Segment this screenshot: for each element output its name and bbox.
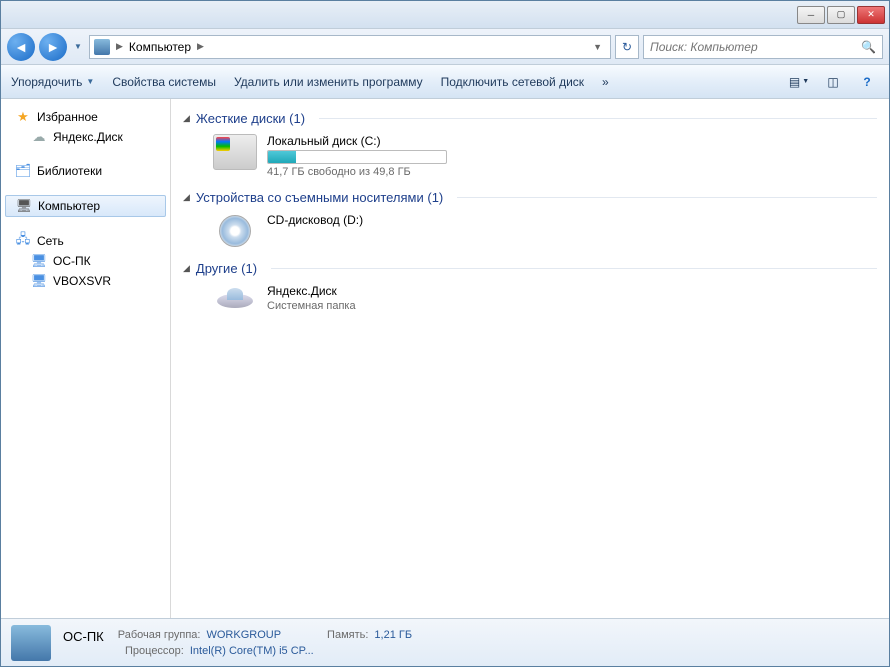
computer-large-icon — [11, 625, 51, 661]
cloud-icon: ☁ — [31, 129, 47, 145]
cpu-value: Intel(R) Core(TM) i5 CP... — [190, 645, 314, 657]
chevron-right-icon: ▶ — [197, 41, 204, 52]
divider — [319, 118, 877, 119]
sidebar-network[interactable]: 🖧 Сеть — [1, 231, 170, 251]
history-dropdown[interactable]: ▼ — [71, 37, 85, 57]
group-other-title: Другие (1) — [196, 261, 257, 276]
maximize-button[interactable]: ▢ — [827, 6, 855, 24]
chevron-right-icon: ▶ — [116, 41, 123, 52]
network-icon: 🖧 — [15, 233, 31, 249]
yadisk-info: Яндекс.Диск Системная папка — [267, 284, 356, 312]
sidebar-libraries-group: 🗂 Библиотеки — [1, 161, 170, 181]
cd-name: CD-дисковод (D:) — [267, 213, 363, 227]
group-removable-header[interactable]: ◢ Устройства со съемными носителями (1) — [183, 190, 877, 205]
yadisk-type: Системная папка — [267, 300, 356, 312]
uninstall-program-button[interactable]: Удалить или изменить программу — [234, 75, 423, 89]
network-pc-label: VBOXSVR — [53, 274, 111, 288]
computer-icon: 🖥 — [16, 198, 32, 214]
collapse-icon: ◢ — [183, 263, 190, 274]
status-name: ОС-ПК — [63, 629, 104, 644]
group-other-header[interactable]: ◢ Другие (1) — [183, 261, 877, 276]
organize-menu[interactable]: Упорядочить ▼ — [11, 75, 94, 89]
workgroup-label: Рабочая группа: — [118, 629, 201, 644]
breadcrumb-dropdown[interactable]: ▼ — [589, 42, 606, 52]
content-pane: ◢ Жесткие диски (1) Локальный диск (C:) … — [171, 99, 889, 618]
yadisk-name: Яндекс.Диск — [267, 284, 356, 298]
ufo-icon — [213, 284, 257, 314]
sidebar-yandex-disk[interactable]: ☁ Яндекс.Диск — [1, 127, 170, 147]
body: ★ Избранное ☁ Яндекс.Диск 🗂 Библиотеки 🖥… — [1, 99, 889, 618]
close-button[interactable]: ✕ — [857, 6, 885, 24]
yandex-disk-item[interactable]: Яндекс.Диск Системная папка — [213, 284, 877, 314]
disk-c-fill — [268, 151, 296, 163]
preview-pane-button[interactable]: ◫ — [821, 71, 845, 93]
breadcrumb-location[interactable]: Компьютер — [129, 40, 191, 54]
minimize-button[interactable]: ─ — [797, 6, 825, 24]
sidebar-network-pc-1[interactable]: 🖥 VBOXSVR — [1, 271, 170, 291]
sidebar-computer[interactable]: 🖥 Компьютер — [5, 195, 166, 217]
libraries-icon: 🗂 — [15, 163, 31, 179]
divider — [271, 268, 877, 269]
toolbar-overflow[interactable]: » — [602, 75, 609, 89]
cd-icon — [213, 213, 257, 249]
collapse-icon: ◢ — [183, 113, 190, 124]
chevron-down-icon: ▼ — [86, 77, 94, 86]
navbar: ◄ ► ▼ ▶ Компьютер ▶ ▼ ↻ 🔍 — [1, 29, 889, 65]
yadisk-label: Яндекс.Диск — [53, 130, 123, 144]
system-properties-button[interactable]: Свойства системы — [112, 75, 216, 89]
hdd-icon — [213, 134, 257, 170]
cd-drive-item[interactable]: CD-дисковод (D:) — [213, 213, 877, 249]
disk-c-free-text: 41,7 ГБ свободно из 49,8 ГБ — [267, 166, 447, 178]
sidebar-favorites-group: ★ Избранное ☁ Яндекс.Диск — [1, 107, 170, 147]
toolbar: Упорядочить ▼ Свойства системы Удалить и… — [1, 65, 889, 99]
computer-label: Компьютер — [38, 199, 100, 213]
network-pc-label: ОС-ПК — [53, 254, 91, 268]
pc-icon: 🖥 — [31, 273, 47, 289]
disk-c-item[interactable]: Локальный диск (C:) 41,7 ГБ свободно из … — [213, 134, 877, 178]
toolbar-right: ▤▼ ◫ ? — [787, 71, 879, 93]
sidebar-computer-group: 🖥 Компьютер — [1, 195, 170, 217]
group-hdd-title: Жесткие диски (1) — [196, 111, 305, 126]
titlebar: ─ ▢ ✕ — [1, 1, 889, 29]
search-icon[interactable]: 🔍 — [861, 40, 876, 54]
memory-value: 1,21 ГБ — [374, 629, 412, 644]
sidebar-libraries[interactable]: 🗂 Библиотеки — [1, 161, 170, 181]
statusbar: ОС-ПК Рабочая группа: WORKGROUP Память: … — [1, 618, 889, 666]
breadcrumb[interactable]: ▶ Компьютер ▶ ▼ — [89, 35, 611, 59]
cpu-label: Процессор: — [125, 645, 184, 657]
sidebar: ★ Избранное ☁ Яндекс.Диск 🗂 Библиотеки 🖥… — [1, 99, 171, 618]
favorites-label: Избранное — [37, 110, 98, 124]
view-options-button[interactable]: ▤▼ — [787, 71, 811, 93]
workgroup-value: WORKGROUP — [206, 629, 281, 644]
explorer-window: ─ ▢ ✕ ◄ ► ▼ ▶ Компьютер ▶ ▼ ↻ 🔍 Упорядоч… — [0, 0, 890, 667]
memory-label: Память: — [327, 629, 368, 644]
group-hdd-header[interactable]: ◢ Жесткие диски (1) — [183, 111, 877, 126]
libraries-label: Библиотеки — [37, 164, 102, 178]
pc-icon: 🖥 — [31, 253, 47, 269]
computer-icon — [94, 39, 110, 55]
star-icon: ★ — [15, 109, 31, 125]
disk-c-name: Локальный диск (C:) — [267, 134, 447, 148]
collapse-icon: ◢ — [183, 192, 190, 203]
search-box[interactable]: 🔍 — [643, 35, 883, 59]
map-network-drive-button[interactable]: Подключить сетевой диск — [441, 75, 584, 89]
window-controls: ─ ▢ ✕ — [797, 6, 885, 24]
help-button[interactable]: ? — [855, 71, 879, 93]
network-label: Сеть — [37, 234, 64, 248]
disk-c-usage-bar — [267, 150, 447, 164]
disk-c-info: Локальный диск (C:) 41,7 ГБ свободно из … — [267, 134, 447, 178]
divider — [457, 197, 877, 198]
organize-label: Упорядочить — [11, 75, 82, 89]
status-details: ОС-ПК Рабочая группа: WORKGROUP Память: … — [63, 629, 412, 657]
sidebar-network-pc-0[interactable]: 🖥 ОС-ПК — [1, 251, 170, 271]
search-input[interactable] — [650, 40, 861, 54]
sidebar-favorites[interactable]: ★ Избранное — [1, 107, 170, 127]
back-button[interactable]: ◄ — [7, 33, 35, 61]
cd-info: CD-дисковод (D:) — [267, 213, 363, 227]
forward-button[interactable]: ► — [39, 33, 67, 61]
sidebar-network-group: 🖧 Сеть 🖥 ОС-ПК 🖥 VBOXSVR — [1, 231, 170, 291]
refresh-button[interactable]: ↻ — [615, 35, 639, 59]
group-removable-title: Устройства со съемными носителями (1) — [196, 190, 443, 205]
